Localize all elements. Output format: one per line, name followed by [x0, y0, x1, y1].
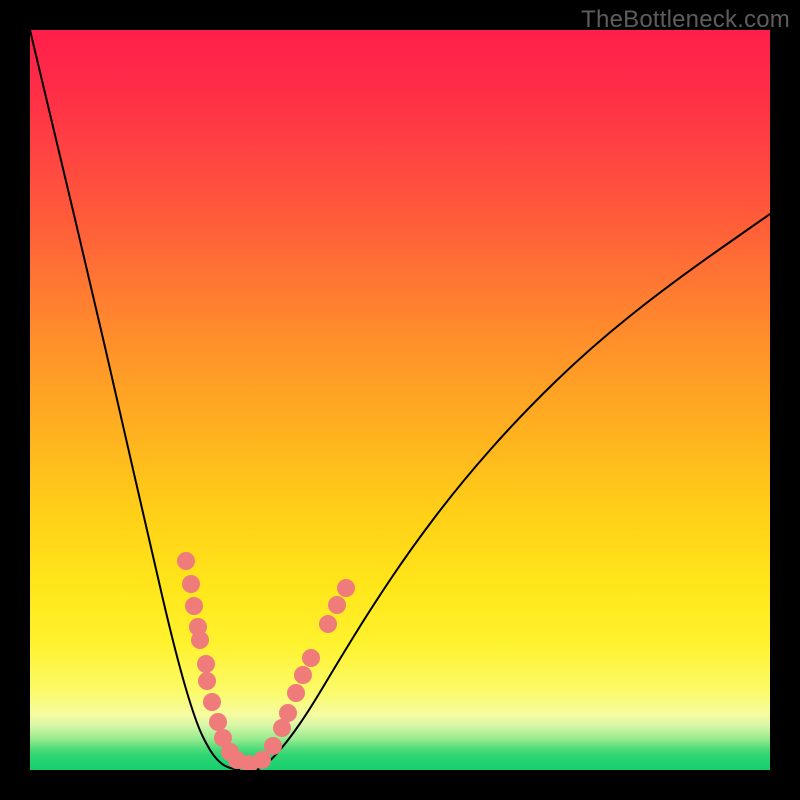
- data-dot: [198, 672, 216, 690]
- data-dot: [328, 596, 346, 614]
- curve-right: [257, 214, 770, 770]
- chart-svg: [30, 30, 770, 770]
- data-dot: [302, 649, 320, 667]
- chart-frame: TheBottleneck.com: [0, 0, 800, 800]
- data-dot: [264, 737, 282, 755]
- data-dot: [253, 751, 271, 769]
- data-dot: [177, 552, 195, 570]
- data-dot: [185, 597, 203, 615]
- data-dot: [203, 693, 221, 711]
- plot-area: [30, 30, 770, 770]
- data-dot: [191, 631, 209, 649]
- v-curve: [30, 30, 770, 770]
- data-dot: [294, 666, 312, 684]
- data-dot: [319, 615, 337, 633]
- data-dot: [287, 684, 305, 702]
- data-dot: [209, 713, 227, 731]
- data-dot: [182, 575, 200, 593]
- data-dot: [197, 655, 215, 673]
- data-dot: [279, 704, 297, 722]
- data-dot: [337, 579, 355, 597]
